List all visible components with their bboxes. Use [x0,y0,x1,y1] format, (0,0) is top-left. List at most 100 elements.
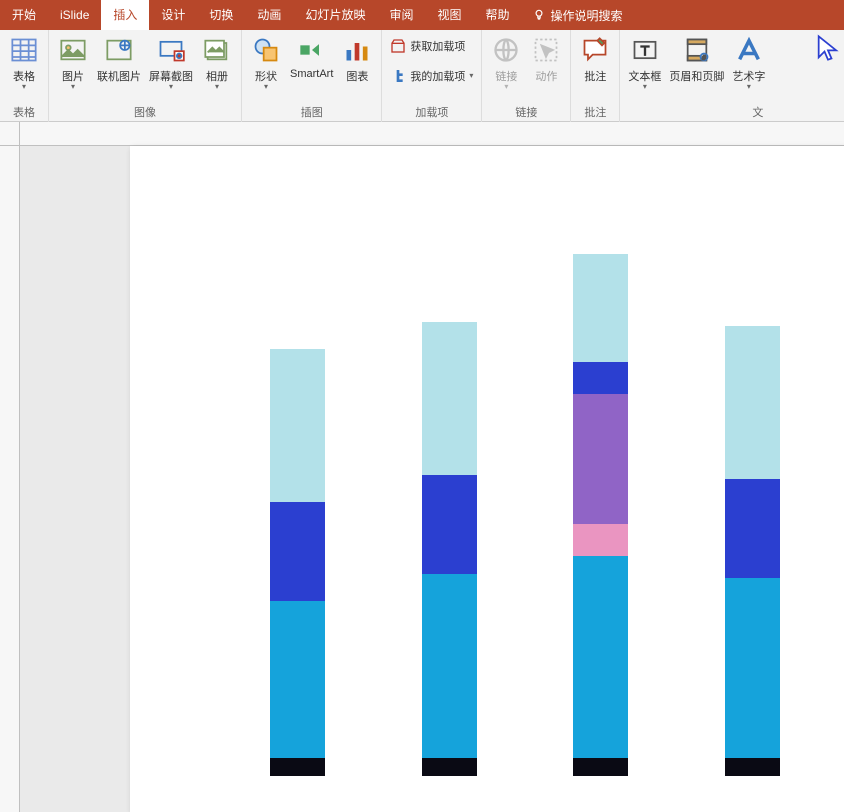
group-label-addins: 加载项 [415,104,448,120]
tab-design[interactable]: 设计 [149,0,197,30]
ribbon: 表格 ▾ 表格 图片 ▾ 联机图片 [0,30,844,122]
tab-view[interactable]: 视图 [425,0,473,30]
tab-review[interactable]: 审阅 [377,0,425,30]
chart-segment [422,758,477,776]
chart-segment [270,758,325,776]
group-label-images: 图像 [134,104,156,120]
my-addins-label: 我的加载项 [410,68,465,84]
group-label-illustrations: 插图 [301,104,323,120]
chart-segment [422,475,477,574]
chart-bar[interactable] [573,254,628,776]
tab-animations[interactable]: 动画 [245,0,293,30]
ribbon-group-comments: 批注 批注 [571,30,620,122]
link-button[interactable]: 链接 ▾ [486,32,526,92]
chart-segment [573,758,628,776]
shapes-icon [250,34,282,66]
screenshot-button[interactable]: 屏幕截图 ▾ [145,32,197,92]
shapes-button[interactable]: 形状 ▾ [246,32,286,92]
group-label-links: 链接 [515,104,537,120]
table-icon [8,34,40,66]
ribbon-group-images: 图片 ▾ 联机图片 屏幕截图 ▾ 相册 ▾ [49,30,242,122]
dropdown-arrow-icon: ▾ [504,84,508,90]
ribbon-tabs-bar: 开始 iSlide 插入 设计 切换 动画 幻灯片放映 审阅 视图 帮助 操作说… [0,0,844,30]
group-label-tables: 表格 [13,104,35,120]
mouse-cursor-icon [814,34,842,62]
dropdown-arrow-icon: ▾ [169,84,173,90]
dropdown-arrow-icon: ▾ [264,84,268,90]
tab-help[interactable]: 帮助 [473,0,521,30]
ribbon-group-illustrations: 形状 ▾ SmartArt 图表 插图 [242,30,382,122]
wordart-button[interactable]: 艺术字 ▾ [728,32,769,92]
dropdown-arrow-icon: ▾ [71,84,75,90]
album-icon [201,34,233,66]
picture-button[interactable]: 图片 ▾ [53,32,93,92]
ribbon-group-text: 文本框 ▾ # 页眉和页脚 艺术字 ▾ 文 [620,30,773,122]
picture-icon [57,34,89,66]
lightbulb-icon [532,8,546,22]
slide-canvas-area [0,122,844,812]
horizontal-ruler[interactable] [20,122,844,146]
action-icon [530,34,562,66]
chart-segment [573,362,628,394]
textbox-icon [629,34,661,66]
chart-segment [573,394,628,525]
ribbon-group-tables: 表格 ▾ 表格 [0,30,49,122]
dropdown-arrow-icon: ▾ [469,73,473,79]
tab-home[interactable]: 开始 [0,0,48,30]
chart-bar[interactable] [422,322,477,777]
online-picture-icon [103,34,135,66]
chart-segment [422,574,477,759]
chart-segment [725,758,780,776]
chart-segment [422,322,477,475]
chart-segment [725,578,780,758]
tell-me-search[interactable]: 操作说明搜索 [522,7,633,24]
chart-bar[interactable] [270,349,325,777]
smartart-label: SmartArt [290,68,333,80]
stacked-bar-chart[interactable] [240,236,810,776]
tell-me-label: 操作说明搜索 [551,7,623,24]
screenshot-icon [155,34,187,66]
addins-icon [390,68,406,84]
chart-segment [573,524,628,556]
dropdown-arrow-icon: ▾ [215,84,219,90]
chart-icon [341,34,373,66]
album-button[interactable]: 相册 ▾ [197,32,237,92]
chart-segment [573,556,628,759]
my-addins-button[interactable]: 我的加载项 ▾ [386,66,477,86]
ribbon-group-links: 链接 ▾ 动作 链接 [482,30,571,122]
comment-label: 批注 [584,68,606,84]
comment-button[interactable]: 批注 [575,32,615,86]
action-button[interactable]: 动作 [526,32,566,86]
ruler-corner [0,122,20,146]
textbox-button[interactable]: 文本框 ▾ [624,32,665,92]
get-addins-button[interactable]: 获取加载项 [386,36,477,56]
tab-slideshow[interactable]: 幻灯片放映 [293,0,377,30]
smartart-icon [296,34,328,66]
smartart-button[interactable]: SmartArt [286,32,337,82]
chart-button[interactable]: 图表 [337,32,377,86]
online-picture-label: 联机图片 [97,68,141,84]
headerfooter-button[interactable]: # 页眉和页脚 [665,32,728,86]
tab-islide[interactable]: iSlide [48,0,101,30]
group-label-text: 文 [752,104,763,120]
group-label-comments: 批注 [584,104,606,120]
tab-insert[interactable]: 插入 [101,0,149,30]
tab-transitions[interactable]: 切换 [197,0,245,30]
ribbon-group-addins: 获取加载项 我的加载项 ▾ 加载项 [382,30,482,122]
chart-label: 图表 [346,68,368,84]
chart-bars-container [240,236,810,776]
dropdown-arrow-icon: ▾ [22,84,26,90]
slide[interactable] [130,146,844,812]
action-label: 动作 [535,68,557,84]
get-addins-label: 获取加载项 [410,38,465,54]
table-button[interactable]: 表格 ▾ [4,32,44,92]
headerfooter-icon: # [681,34,713,66]
dropdown-arrow-icon: ▾ [747,84,751,90]
online-picture-button[interactable]: 联机图片 [93,32,145,86]
chart-bar[interactable] [725,326,780,776]
wordart-icon [733,34,765,66]
dropdown-arrow-icon: ▾ [643,84,647,90]
chart-segment [573,254,628,362]
link-icon [490,34,522,66]
vertical-ruler[interactable] [0,146,20,812]
